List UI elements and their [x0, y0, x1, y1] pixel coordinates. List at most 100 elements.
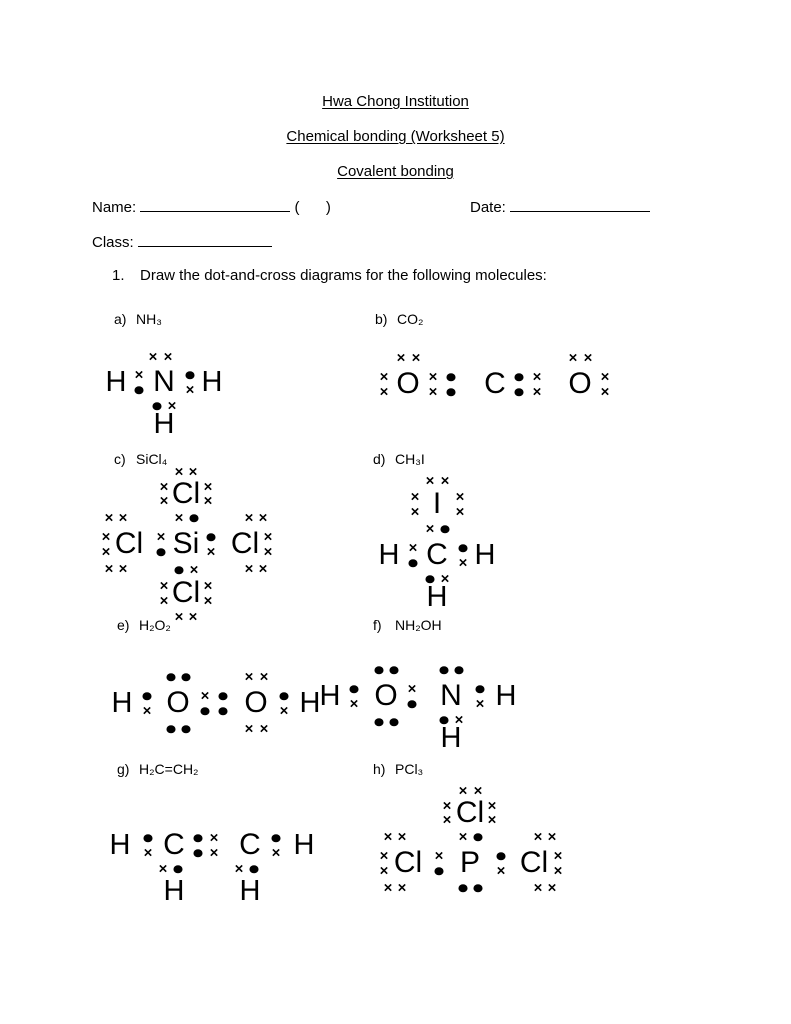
- name-bracket-close: ): [325, 199, 331, 216]
- electron-cross: [203, 496, 214, 507]
- electron-dot: [374, 718, 384, 726]
- atom-symbol-h: H: [239, 875, 261, 907]
- electron-cross: [258, 513, 269, 524]
- atom-symbol-p: P: [459, 846, 481, 879]
- electron-dot: [152, 402, 162, 410]
- electron-cross: [553, 851, 564, 862]
- electron-cross: [547, 883, 558, 894]
- class-label: Class:: [92, 234, 134, 251]
- electron-dot: [389, 718, 399, 726]
- electron-dot: [439, 716, 449, 724]
- electron-cross: [396, 353, 407, 364]
- electron-cross: [189, 565, 200, 576]
- item-letter-c: c): [114, 451, 126, 467]
- date-input[interactable]: [510, 211, 651, 212]
- electron-cross: [410, 492, 421, 503]
- electron-cross: [244, 724, 255, 735]
- electron-dot: [173, 865, 183, 873]
- electron-dot: [249, 865, 259, 873]
- electron-cross: [244, 564, 255, 575]
- item-label-a: a) NH₃: [114, 312, 162, 326]
- item-letter-d: d): [373, 451, 386, 467]
- electron-dot: [473, 884, 483, 892]
- atom-symbol-h: H: [319, 680, 341, 712]
- electron-cross: [379, 866, 390, 877]
- electron-cross: [383, 832, 394, 843]
- atom-symbol-c: C: [163, 828, 185, 861]
- electron-dot: [200, 707, 210, 715]
- electron-cross: [454, 715, 465, 726]
- electron-cross: [458, 832, 469, 843]
- electron-dot: [218, 692, 228, 700]
- electron-cross: [263, 532, 274, 543]
- electron-cross: [203, 482, 214, 493]
- question-1-text: Draw the dot-and-cross diagrams for the …: [140, 267, 547, 284]
- electron-cross: [188, 467, 199, 478]
- atom-symbol-cl: Cl: [230, 527, 260, 560]
- electron-cross: [379, 387, 390, 398]
- electron-dot: [156, 548, 166, 556]
- electron-cross: [200, 691, 211, 702]
- electron-dot: [166, 673, 176, 681]
- electron-cross: [428, 372, 439, 383]
- electron-cross: [408, 543, 419, 554]
- item-formula-d: CH₃I: [395, 451, 425, 467]
- electron-cross: [583, 353, 594, 364]
- electron-cross: [407, 684, 418, 695]
- electron-cross: [379, 372, 390, 383]
- electron-cross: [410, 507, 421, 518]
- electron-dot: [458, 884, 468, 892]
- atom-symbol-cl: Cl: [114, 527, 144, 560]
- electron-cross: [206, 547, 217, 558]
- atom-symbol-n: N: [440, 679, 462, 712]
- electron-cross: [174, 467, 185, 478]
- electron-cross: [455, 492, 466, 503]
- electron-dot: [408, 559, 418, 567]
- electron-cross: [159, 482, 170, 493]
- class-input[interactable]: [137, 246, 272, 247]
- electron-dot: [446, 388, 456, 396]
- electron-dot: [271, 834, 281, 842]
- item-letter-h: h): [373, 761, 386, 777]
- electron-cross: [158, 864, 169, 875]
- silicon-tetrachloride-dot-cross-diagram: Si Cl Cl Cl Cl: [106, 477, 286, 627]
- electron-cross: [440, 574, 451, 585]
- hydroxylamine-dot-cross-diagram: HONHH: [318, 648, 538, 763]
- electron-cross: [397, 883, 408, 894]
- item-label-c: c) SiCl₄: [114, 452, 167, 466]
- electron-dot: [279, 692, 289, 700]
- date-label: Date:: [470, 199, 506, 216]
- electron-cross: [547, 832, 558, 843]
- page-title-subtopic-text: Covalent bonding: [337, 163, 454, 180]
- item-formula-b: CO₂: [397, 311, 424, 327]
- electron-cross: [533, 883, 544, 894]
- electron-cross: [442, 801, 453, 812]
- electron-cross: [209, 848, 220, 859]
- name-input[interactable]: [140, 211, 291, 212]
- atom-symbol-i: I: [432, 487, 442, 520]
- item-label-b: b) CO₂: [375, 312, 423, 326]
- page-title-topic: Chemical bonding (Worksheet 5): [0, 129, 791, 144]
- item-label-h: h) PCl₃: [373, 762, 423, 776]
- electron-cross: [167, 401, 178, 412]
- electron-dot: [389, 666, 399, 674]
- electron-dot: [374, 666, 384, 674]
- electron-dot: [185, 371, 195, 379]
- date-field-row: Date:: [470, 199, 651, 216]
- item-formula-c: SiCl₄: [136, 451, 168, 467]
- electron-cross: [271, 848, 282, 859]
- electron-cross: [104, 513, 115, 524]
- atom-symbol-c: C: [239, 828, 261, 861]
- electron-cross: [532, 387, 543, 398]
- electron-cross: [425, 524, 436, 535]
- item-letter-a: a): [114, 311, 127, 327]
- iodomethane-dot-cross-diagram: ICHHH: [375, 477, 515, 617]
- atom-symbol-cl: Cl: [393, 846, 423, 879]
- electron-cross: [425, 476, 436, 487]
- electron-dot: [174, 566, 184, 574]
- electron-cross: [487, 801, 498, 812]
- atom-symbol-o: O: [244, 686, 268, 719]
- electron-cross: [101, 532, 112, 543]
- atom-symbol-h: H: [163, 875, 185, 907]
- electron-dot: [166, 725, 176, 733]
